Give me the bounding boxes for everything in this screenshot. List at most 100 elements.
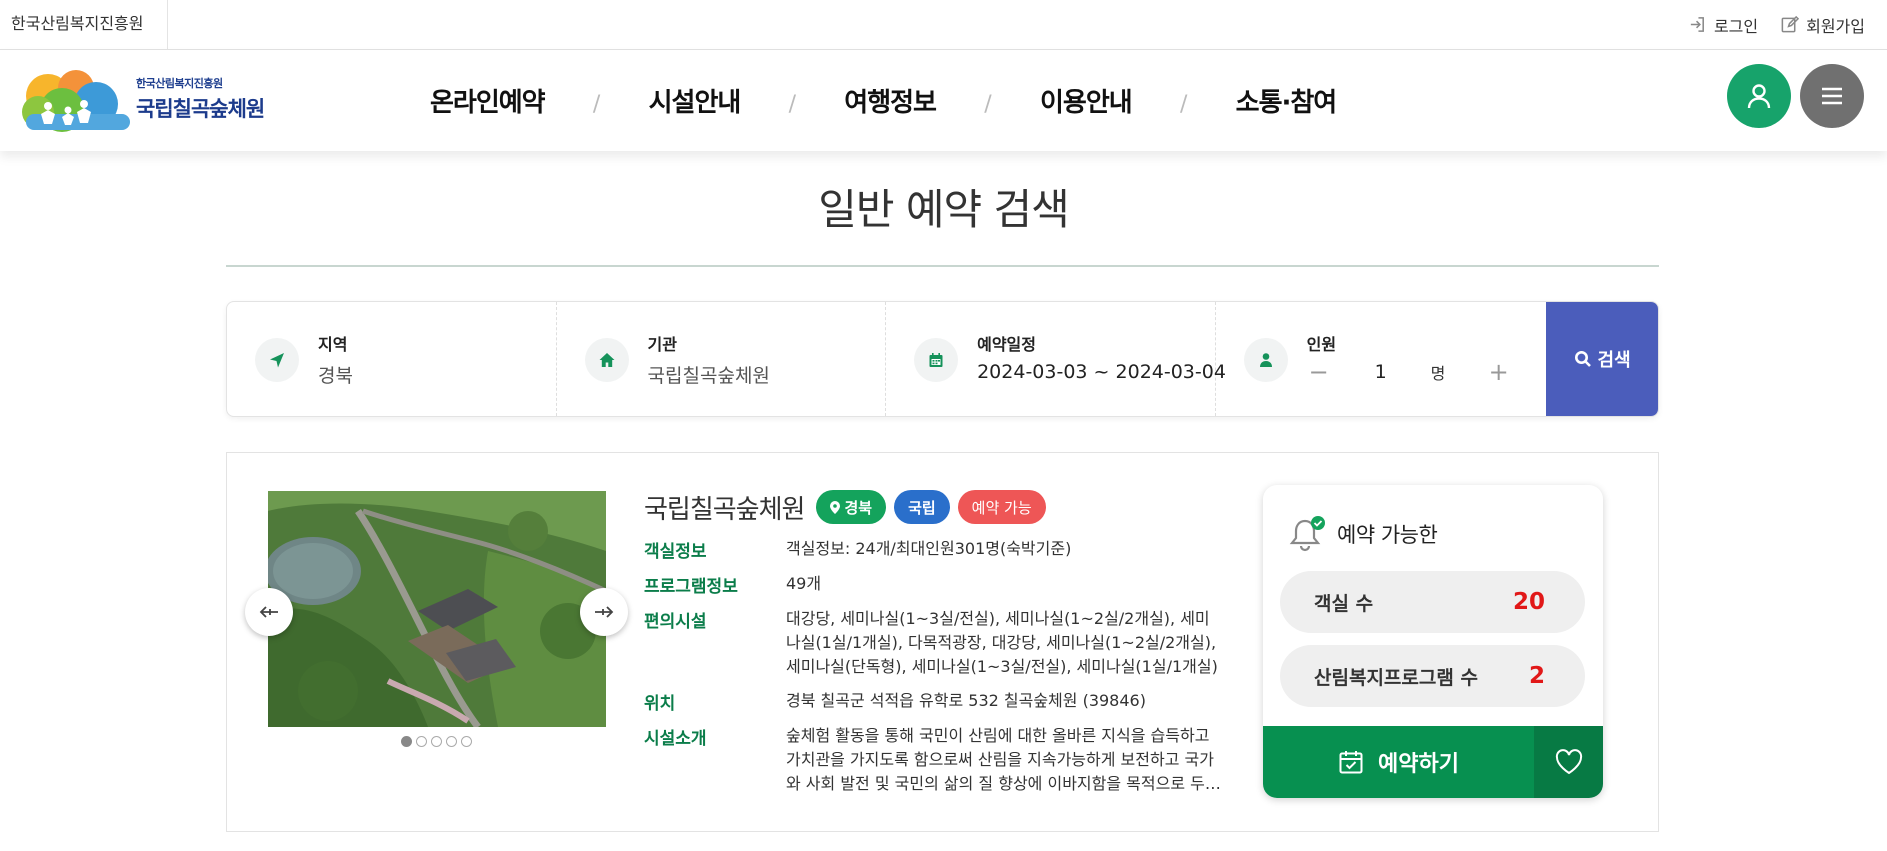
slide-dot[interactable]	[416, 736, 427, 747]
reserve-button[interactable]: 예약하기	[1263, 726, 1534, 798]
title-divider	[226, 265, 1659, 267]
facility-field[interactable]: 기관 국립칠곡숲체원	[557, 302, 887, 416]
date-range-value[interactable]: 2024-03-03 ~ 2024-03-04	[977, 361, 1226, 383]
slide-next-button[interactable]	[580, 588, 628, 636]
nav-separator: /	[984, 92, 992, 117]
info-value: 49개	[786, 574, 822, 593]
availability-panel: 예약 가능한 객실 수 20 산림복지프로그램 수 2 예약하기	[1263, 485, 1603, 798]
status-badge: 예약 가능	[957, 490, 1046, 524]
slide-prev-button[interactable]	[245, 588, 293, 636]
main-nav: 온라인예약 / 시설안내 / 여행정보 / 이용안내 / 소통·참여	[430, 50, 1338, 151]
facility-result-card: 국립칠곡숲체원 경북 국립 예약 가능 객실정보 객실정보: 24개/최대인원3…	[226, 452, 1659, 832]
forest-logo-icon	[18, 66, 132, 132]
search-button[interactable]: 검색	[1546, 302, 1658, 416]
availability-title: 예약 가능한	[1337, 523, 1438, 547]
nav-travel-info[interactable]: 여행정보	[844, 82, 937, 119]
info-row-programs: 프로그램정보 49개	[644, 572, 1224, 597]
people-stepper: − 1 명 +	[1307, 360, 1517, 384]
info-row-rooms: 객실정보 객실정보: 24개/최대인원301명(숙박기준)	[644, 537, 1224, 562]
type-tag: 국립	[894, 490, 950, 524]
person-icon	[1243, 338, 1288, 382]
info-key: 프로그램정보	[644, 577, 738, 597]
decrease-button[interactable]: −	[1307, 360, 1331, 384]
nav-online-reservation[interactable]: 온라인예약	[430, 82, 546, 119]
facility-info: 국립칠곡숲체원 경북 국립 예약 가능 객실정보 객실정보: 24개/최대인원3…	[644, 489, 1224, 806]
login-link[interactable]: 로그인	[1688, 13, 1758, 37]
people-unit: 명	[1430, 364, 1446, 383]
nav-separator: /	[592, 92, 601, 117]
calendar-check-icon	[1339, 751, 1363, 774]
info-row-amenities: 편의시설 대강당, 세미나실(1~3실/전실), 세미나실(1~2실/2개실),…	[644, 607, 1224, 679]
login-label: 로그인	[1713, 16, 1759, 36]
main-header: 한국산림복지진흥원 국립칠곡숲체원 온라인예약 / 시설안내 / 여행정보 / …	[0, 50, 1887, 151]
slide-pagination	[401, 736, 472, 747]
wishlist-button[interactable]	[1534, 726, 1603, 798]
increase-button[interactable]: +	[1487, 360, 1511, 384]
info-value: 대강당, 세미나실(1~3실/전실), 세미나실(1~2실/2개실), 세미나실…	[786, 609, 1218, 676]
logo-subtitle: 한국산림복지진흥원	[136, 77, 223, 90]
facility-value[interactable]: 국립칠곡숲체원	[648, 361, 770, 388]
signup-link[interactable]: 회원가입	[1780, 13, 1865, 37]
room-count-label: 객실 수	[1314, 592, 1374, 615]
info-key: 시설소개	[644, 729, 707, 749]
region-value[interactable]: 경북	[318, 361, 353, 388]
home-icon	[584, 338, 629, 382]
utility-links: 로그인 회원가입	[1688, 0, 1865, 49]
search-button-label: 검색	[1597, 350, 1631, 371]
region-field[interactable]: 지역 경북	[227, 302, 557, 416]
info-row-intro: 시설소개 숲체험 활동을 통해 국민이 산림에 대한 올바른 지식을 습득하고 …	[644, 724, 1224, 796]
date-field[interactable]: 예약일정 2024-03-03 ~ 2024-03-04	[886, 302, 1226, 416]
calendar-icon	[914, 338, 959, 382]
info-key: 위치	[644, 694, 676, 714]
menu-button[interactable]	[1800, 64, 1864, 128]
region-tag: 경북	[816, 490, 887, 524]
slide-dot[interactable]	[461, 736, 472, 747]
info-value: 경북 칠곡군 석적읍 유학로 532 칠곡숲체원 (39846)	[786, 691, 1146, 710]
login-icon	[1690, 17, 1704, 32]
bell-check-icon	[1289, 516, 1325, 552]
facility-name[interactable]: 국립칠곡숲체원	[644, 489, 805, 526]
facility-photo	[268, 491, 606, 727]
facility-label: 기관	[647, 335, 677, 354]
signup-label: 회원가입	[1806, 16, 1865, 36]
region-tag-label: 경북	[844, 498, 873, 517]
room-count-pill: 객실 수 20	[1280, 571, 1585, 633]
info-value: 숲체험 활동을 통해 국민이 산림에 대한 올바른 지식을 습득하고 가치관을 …	[786, 726, 1221, 793]
site-logo[interactable]: 한국산림복지진흥원 국립칠곡숲체원	[18, 66, 278, 132]
arrow-left-icon	[259, 606, 278, 618]
hamburger-menu-icon	[1822, 87, 1842, 105]
search-icon	[1574, 351, 1591, 367]
logo-title: 국립칠곡숲체원	[136, 97, 265, 121]
page-title: 일반 예약 검색	[818, 185, 1070, 234]
program-count-value: 2	[1528, 663, 1545, 689]
people-label: 인원	[1306, 335, 1337, 354]
nav-usage-guide[interactable]: 이용안내	[1040, 82, 1133, 119]
location-arrow-icon	[255, 338, 299, 382]
info-key: 편의시설	[644, 612, 707, 632]
date-label: 예약일정	[977, 335, 1036, 354]
slide-dot[interactable]	[401, 736, 412, 747]
info-value: 객실정보: 24개/최대인원301명(숙박기준)	[786, 539, 1072, 558]
info-row-location: 위치 경북 칠곡군 석적읍 유학로 532 칠곡숲체원 (39846)	[644, 689, 1224, 714]
heart-icon	[1555, 749, 1582, 775]
nav-community[interactable]: 소통·참여	[1236, 82, 1338, 119]
program-count-pill: 산림복지프로그램 수 2	[1280, 645, 1585, 707]
reserve-button-label: 예약하기	[1378, 752, 1459, 777]
my-page-button[interactable]	[1727, 64, 1791, 128]
slide-dot[interactable]	[446, 736, 457, 747]
slide-dot[interactable]	[431, 736, 442, 747]
edit-icon	[1781, 15, 1800, 33]
room-count-value: 20	[1512, 589, 1545, 615]
nav-separator: /	[1179, 92, 1188, 117]
user-icon	[1747, 84, 1771, 109]
region-label: 지역	[318, 335, 348, 354]
nav-separator: /	[788, 92, 796, 117]
program-count-label: 산림복지프로그램 수	[1314, 666, 1478, 689]
utility-bar: 한국산림복지진흥원 로그인 회원가입	[0, 0, 1887, 50]
people-count[interactable]: 1	[1331, 361, 1431, 383]
map-pin-icon	[830, 500, 841, 514]
org-name-link[interactable]: 한국산림복지진흥원	[0, 0, 168, 49]
nav-facility-guide[interactable]: 시설안내	[649, 82, 742, 119]
people-field: 인원 − 1 명 +	[1216, 302, 1547, 416]
arrow-right-icon	[595, 606, 614, 618]
